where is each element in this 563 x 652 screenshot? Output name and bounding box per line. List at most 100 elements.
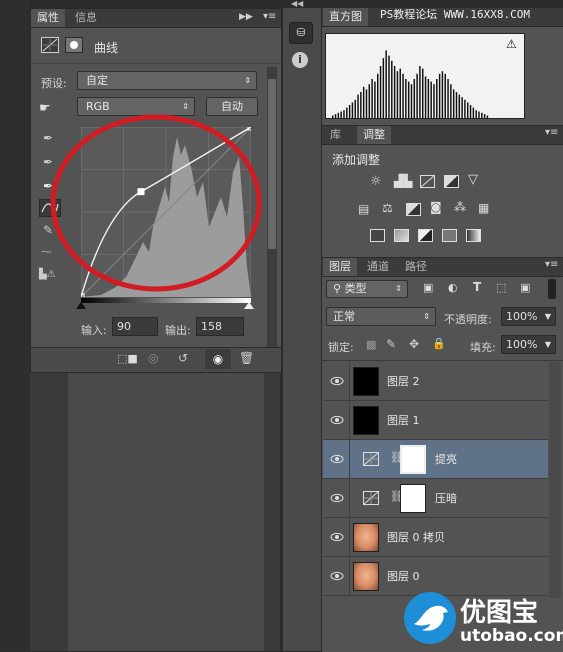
eyedropper-white-icon[interactable]: ✒	[43, 179, 53, 193]
history-icon[interactable]: ⛁	[289, 22, 313, 44]
info-icon[interactable]: i	[292, 52, 308, 68]
invert-icon[interactable]	[370, 229, 385, 242]
row-divider	[349, 479, 350, 517]
tab-info[interactable]: 信息	[69, 9, 103, 27]
filter-type-icon[interactable]: T	[473, 280, 481, 294]
tab-adjustments[interactable]: 调整	[357, 126, 391, 144]
visibility-icon[interactable]: ◉	[205, 349, 231, 369]
panel-menu-icon[interactable]: ▾≡	[263, 11, 276, 22]
black-white-icon[interactable]	[406, 203, 421, 216]
channel-mixer-icon[interactable]: ⁂	[454, 200, 466, 214]
eye-icon[interactable]	[330, 491, 344, 505]
threshold-icon[interactable]	[418, 229, 433, 242]
input-field[interactable]: 90	[112, 317, 158, 336]
tab-layers[interactable]: 图层	[323, 258, 357, 276]
tab-paths[interactable]: 路径	[399, 258, 433, 276]
tab-library[interactable]: 库	[324, 126, 347, 144]
filter-smart-object-icon[interactable]: ▣	[520, 281, 530, 294]
histogram-bar	[430, 81, 432, 118]
dropdown-arrows-icon: ⇕	[423, 312, 430, 321]
filter-adjustment-icon[interactable]: ◐	[448, 281, 458, 294]
gradient-map-icon[interactable]	[466, 229, 481, 242]
channel-dropdown[interactable]: RGB ⇕	[77, 97, 195, 116]
histogram-bar	[413, 79, 416, 118]
vibrance-icon[interactable]: ▽	[468, 172, 478, 187]
layer-row-selected[interactable]: ⛓ 提亮	[323, 440, 548, 479]
layers-scrollbar[interactable]	[549, 362, 561, 598]
tab-histogram[interactable]: 直方图	[323, 8, 368, 26]
delete-icon[interactable]: 🗑	[239, 351, 254, 365]
histogram-bar	[351, 102, 354, 118]
lock-position-icon[interactable]: ✥	[409, 337, 419, 351]
layer-row[interactable]: 图层 2	[323, 362, 548, 401]
tab-channels[interactable]: 通道	[361, 258, 395, 276]
opacity-field[interactable]: 100% ▼	[501, 307, 556, 326]
histogram-bar	[433, 84, 435, 118]
curve-control-point[interactable]	[137, 188, 145, 196]
curves-graph[interactable]	[81, 127, 251, 297]
properties-scroll-thumb[interactable]	[268, 79, 276, 249]
eye-icon[interactable]	[330, 530, 344, 544]
histogram-warning-icon[interactable]: ⚠	[506, 37, 517, 51]
color-balance-icon[interactable]: ⚖	[382, 201, 393, 215]
channel-value: RGB	[86, 100, 110, 113]
layers-menu-icon[interactable]: ▾≡	[545, 259, 558, 270]
workspace-left	[0, 0, 30, 651]
exposure-icon[interactable]	[444, 175, 459, 188]
photo-filter-icon[interactable]: ◙	[430, 200, 442, 214]
layer-mask-thumbnail[interactable]	[400, 445, 426, 474]
eye-icon[interactable]	[330, 452, 344, 466]
filter-shape-icon[interactable]: ⬚	[496, 281, 506, 294]
preset-value: 自定	[86, 74, 108, 87]
histogram-bar	[393, 66, 396, 118]
tab-properties[interactable]: 属性	[31, 9, 65, 27]
layer-filter-dropdown[interactable]: ⚲ 类型 ⇕	[326, 280, 408, 298]
histogram-bar	[469, 105, 472, 118]
levels-icon[interactable]: ▟▙	[394, 174, 412, 188]
eye-icon[interactable]	[330, 413, 344, 427]
adjustments-menu-icon[interactable]: ▾≡	[545, 127, 558, 138]
histogram-bar	[438, 73, 441, 118]
histogram-bar	[360, 92, 362, 118]
lock-transparent-icon[interactable]: ▩	[366, 338, 376, 351]
curve-edit-icon[interactable]	[39, 199, 61, 217]
layer-row[interactable]: ⛓ 压暗	[323, 479, 548, 518]
color-lookup-icon[interactable]: ▦	[478, 201, 489, 215]
eyedropper-gray-icon[interactable]: ✒	[43, 155, 53, 169]
curves-icon[interactable]	[420, 175, 435, 188]
blend-mode-dropdown[interactable]: 正常 ⇕	[326, 307, 436, 326]
auto-button[interactable]: 自动	[206, 97, 258, 116]
black-point-slider[interactable]	[76, 302, 86, 309]
preset-dropdown[interactable]: 自定 ⇕	[77, 71, 257, 90]
histogram-bar	[441, 71, 444, 118]
filter-toggle[interactable]	[548, 279, 556, 299]
layer-mask-thumbnail[interactable]	[400, 484, 426, 513]
pencil-icon[interactable]: ✎	[43, 223, 53, 237]
mask-icon[interactable]	[65, 37, 83, 53]
filter-pixel-icon[interactable]: ▣	[423, 281, 433, 294]
white-point-slider[interactable]	[244, 302, 254, 309]
strip-collapse-icon[interactable]: ◀◀	[291, 0, 303, 8]
smooth-icon[interactable]: ⁓	[41, 245, 52, 258]
clipping-warning-icon[interactable]: ▙⚠	[39, 269, 56, 280]
clip-to-layer-icon[interactable]: ⬚■	[117, 352, 138, 365]
layer-row[interactable]: 图层 1	[323, 401, 548, 440]
chevron-down-icon[interactable]: ▼	[545, 336, 551, 353]
hue-saturation-icon[interactable]: ▤	[358, 202, 369, 216]
panel-collapse-icon[interactable]: ▶▶	[239, 12, 253, 22]
target-adjust-hand-icon[interactable]: ☛	[39, 101, 51, 116]
layer-row[interactable]: 图层 0 拷贝	[323, 518, 548, 557]
eye-icon[interactable]	[330, 374, 344, 388]
output-field[interactable]: 158	[196, 317, 244, 336]
brightness-contrast-icon[interactable]: ☼	[370, 174, 382, 189]
chevron-down-icon[interactable]: ▼	[545, 308, 551, 325]
eye-icon[interactable]	[330, 569, 344, 583]
posterize-icon[interactable]	[394, 229, 409, 242]
lock-image-icon[interactable]: ✎	[386, 337, 396, 351]
lock-all-icon[interactable]: 🔒	[432, 337, 446, 350]
view-previous-icon[interactable]: ◎	[148, 351, 158, 365]
reset-icon[interactable]: ↺	[178, 351, 188, 365]
selective-color-icon[interactable]	[442, 229, 457, 242]
fill-field[interactable]: 100% ▼	[501, 335, 556, 354]
eyedropper-black-icon[interactable]: ✒	[43, 131, 53, 145]
